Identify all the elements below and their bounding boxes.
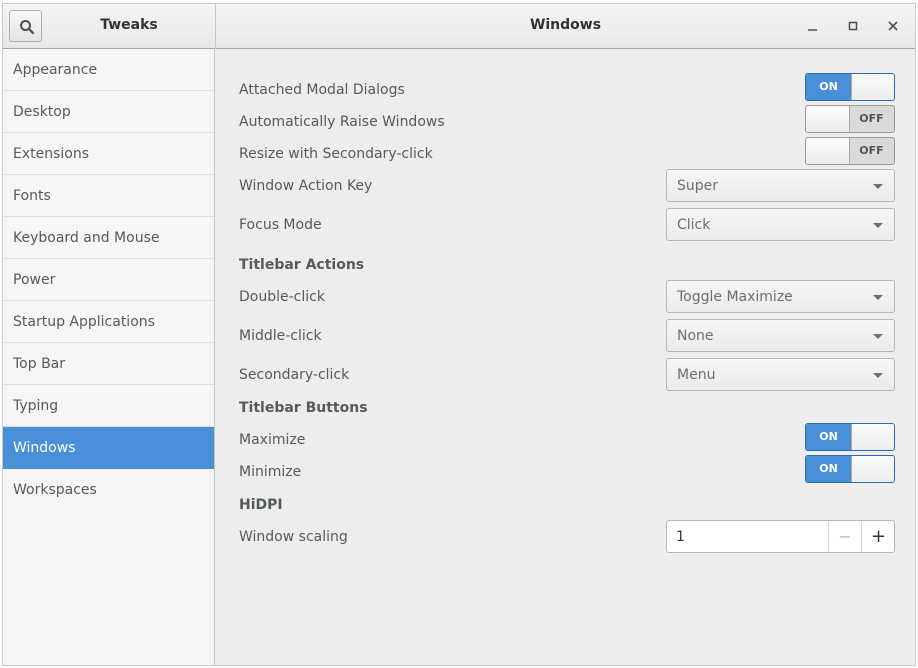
increment-button[interactable]: +	[861, 521, 894, 552]
window-scaling-value[interactable]: 1	[676, 529, 685, 545]
attached-modal-switch[interactable]: ON	[805, 73, 895, 101]
window-scaling-label: Window scaling	[239, 529, 348, 545]
switch-on-text: ON	[806, 424, 851, 450]
minimize-icon	[808, 29, 817, 31]
sidebar-item-extensions[interactable]: Extensions	[3, 133, 214, 175]
resize-secondary-switch[interactable]: OFF	[805, 137, 895, 165]
double-click-combo[interactable]: Toggle Maximize	[666, 280, 895, 313]
double-click-label: Double-click	[239, 289, 325, 305]
combo-value: None	[677, 328, 714, 344]
auto-raise-label: Automatically Raise Windows	[239, 114, 445, 130]
sidebar-item-workspaces[interactable]: Workspaces	[3, 469, 214, 511]
resize-secondary-label: Resize with Secondary-click	[239, 146, 433, 162]
chevron-down-icon	[873, 295, 883, 300]
settings-panel: Attached Modal Dialogs ON Automatically …	[216, 49, 915, 665]
focus-mode-combo[interactable]: Click	[666, 208, 895, 241]
maximize-switch[interactable]: ON	[805, 423, 895, 451]
combo-value: Click	[677, 217, 711, 233]
minimize-label: Minimize	[239, 464, 302, 480]
combo-value: Menu	[677, 367, 716, 383]
sidebar-item-keyboard-and-mouse[interactable]: Keyboard and Mouse	[3, 217, 214, 259]
sidebar-item-power[interactable]: Power	[3, 259, 214, 301]
switch-on-text: ON	[806, 456, 851, 482]
chevron-down-icon	[873, 373, 883, 378]
secondary-click-combo[interactable]: Menu	[666, 358, 895, 391]
sidebar-item-windows[interactable]: Windows	[3, 427, 214, 469]
tweaks-window: Tweaks Windows Appearance Desktop Extens…	[2, 3, 916, 666]
auto-raise-switch[interactable]: OFF	[805, 105, 895, 133]
switch-knob	[851, 424, 894, 450]
secondary-click-label: Secondary-click	[239, 367, 350, 383]
switch-on-text: ON	[806, 74, 851, 100]
window-scaling-spinbutton[interactable]: 1 − +	[666, 520, 895, 553]
titlebar-actions-heading: Titlebar Actions	[239, 257, 365, 273]
chevron-down-icon	[873, 223, 883, 228]
switch-off-text: OFF	[859, 112, 884, 125]
chevron-down-icon	[873, 184, 883, 189]
window-action-key-combo[interactable]: Super	[666, 169, 895, 202]
sidebar-item-appearance[interactable]: Appearance	[3, 49, 214, 91]
hidpi-heading: HiDPI	[239, 497, 283, 513]
maximize-icon	[848, 21, 858, 31]
window-action-key-label: Window Action Key	[239, 178, 373, 194]
close-icon	[888, 21, 898, 31]
middle-click-label: Middle-click	[239, 328, 322, 344]
decrement-button[interactable]: −	[828, 521, 861, 552]
sidebar-item-desktop[interactable]: Desktop	[3, 91, 214, 133]
sidebar-item-fonts[interactable]: Fonts	[3, 175, 214, 217]
maximize-label: Maximize	[239, 432, 306, 448]
minimize-button[interactable]	[803, 16, 823, 36]
maximize-button[interactable]	[843, 16, 863, 36]
sidebar-item-startup-applications[interactable]: Startup Applications	[3, 301, 214, 343]
focus-mode-label: Focus Mode	[239, 217, 322, 233]
chevron-down-icon	[873, 334, 883, 339]
sidebar-item-typing[interactable]: Typing	[3, 385, 214, 427]
sidebar-title: Tweaks	[100, 17, 158, 33]
middle-click-combo[interactable]: None	[666, 319, 895, 352]
search-icon	[20, 20, 35, 35]
minimize-switch[interactable]: ON	[805, 455, 895, 483]
sidebar-item-top-bar[interactable]: Top Bar	[3, 343, 214, 385]
switch-knob	[806, 138, 850, 164]
close-button[interactable]	[883, 16, 903, 36]
sidebar: Appearance Desktop Extensions Fonts Keyb…	[3, 49, 215, 665]
switch-knob	[851, 456, 894, 482]
attached-modal-label: Attached Modal Dialogs	[239, 82, 405, 98]
combo-value: Toggle Maximize	[677, 289, 793, 305]
titlebar-buttons-heading: Titlebar Buttons	[239, 400, 368, 416]
switch-knob	[806, 106, 850, 132]
search-button[interactable]	[9, 10, 42, 42]
header-bar: Tweaks Windows	[3, 4, 915, 49]
combo-value: Super	[677, 178, 719, 194]
switch-knob	[851, 74, 894, 100]
switch-off-text: OFF	[859, 144, 884, 157]
